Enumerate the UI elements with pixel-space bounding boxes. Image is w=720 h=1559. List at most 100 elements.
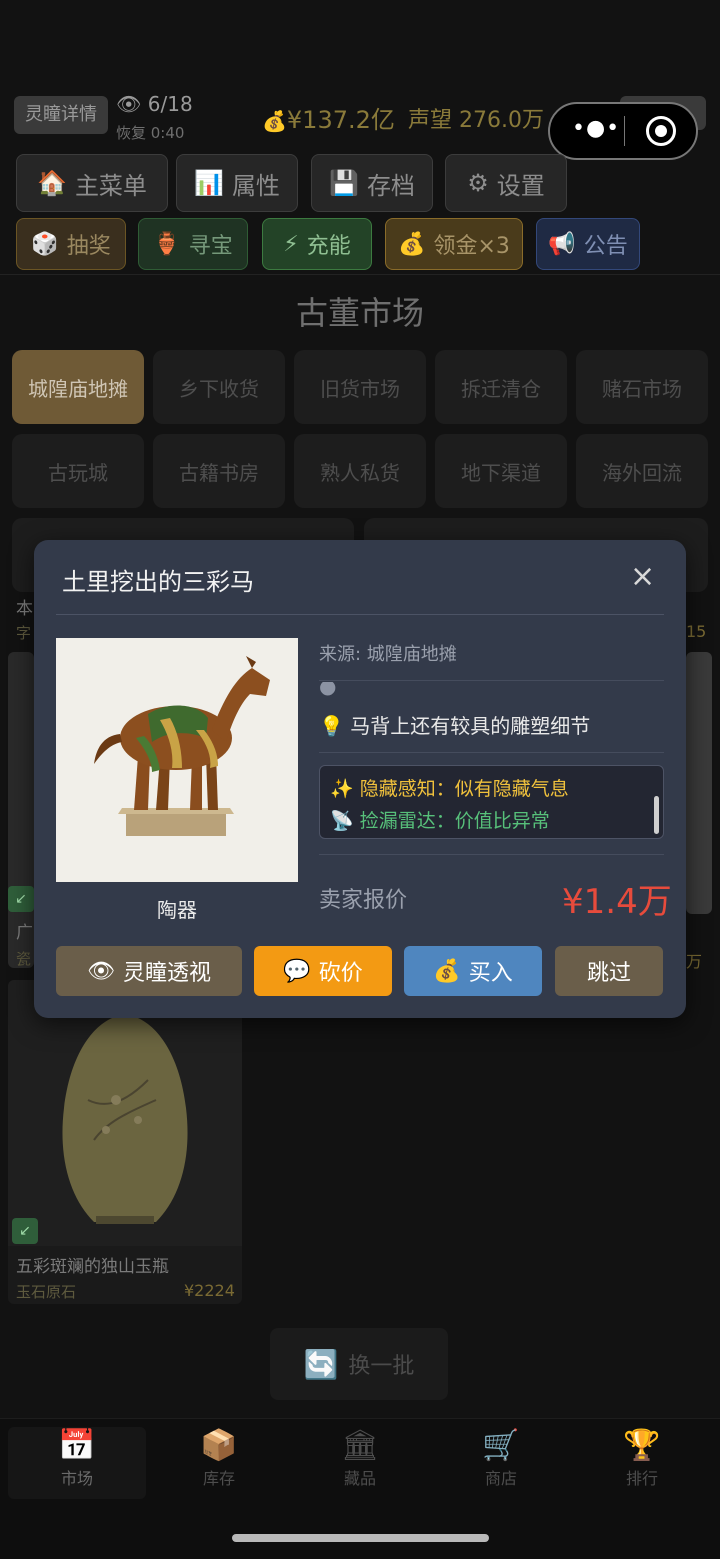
home-indicator[interactable] [232, 1534, 489, 1542]
chart-icon: 📊 [194, 169, 224, 197]
item-image [56, 638, 298, 882]
close-icon[interactable]: × [630, 562, 655, 592]
vase-price: ¥2224 [184, 1281, 235, 1300]
nav-market[interactable]: 📅 市场 [8, 1427, 146, 1499]
perk-scrollbar[interactable] [654, 796, 659, 834]
lottery-label: 抽奖 [66, 234, 111, 259]
location-tab-shuren[interactable]: 熟人私货 [294, 434, 426, 508]
fame-display: 声望 276.0万 [408, 108, 544, 133]
recover-timer: 恢复 0:40 [116, 124, 185, 142]
refresh-icon: 🔄 [303, 1347, 339, 1381]
info-divider [319, 752, 664, 753]
announcement-label: 公告 [583, 234, 628, 259]
box-icon: 📦 [200, 1428, 238, 1463]
card-peek-title: 本 [16, 599, 33, 619]
perk-list[interactable]: ✨ 隐藏感知：似有隐藏气息 📡 捡漏雷达：价值比异常 [319, 765, 664, 839]
tag-icon: ↙ [8, 886, 34, 912]
gear-icon: ⚙ [467, 169, 489, 197]
card-left-title: 广 [16, 923, 33, 943]
location-tab-jiuhuo[interactable]: 旧货市场 [294, 350, 426, 424]
main-menu-button[interactable]: 🏠 主菜单 [16, 154, 168, 212]
close-target-icon[interactable] [646, 116, 676, 146]
eye-count-value: 6/18 [147, 92, 193, 116]
treasure-hunt-label: 寻宝 [188, 234, 233, 259]
bargain-radar-perk: 📡 捡漏雷达：价值比异常 [330, 806, 550, 833]
card-right-price: 万 [686, 952, 703, 971]
money-display: 💰¥137.2亿 [262, 100, 395, 135]
trophy-icon: 🏆 [623, 1428, 661, 1463]
location-tab-dushi[interactable]: 赌石市场 [576, 350, 708, 424]
nav-ranking[interactable]: 🏆 排行 [573, 1427, 711, 1499]
modal-title: 土里挖出的三彩马 [62, 568, 254, 596]
vase-illustration [62, 1000, 188, 1224]
nav-market-label: 市场 [60, 1469, 93, 1488]
satellite-icon: 📡 [330, 810, 354, 832]
cart-icon: 🛒 [482, 1428, 520, 1463]
modal-divider [56, 614, 664, 615]
item-category: 陶器 [157, 898, 197, 922]
lottery-button[interactable]: 🎲 抽奖 [16, 218, 126, 270]
eye-icon: 👁 [87, 958, 115, 984]
location-tab-dixia[interactable]: 地下渠道 [435, 434, 567, 508]
location-tab-chaiqian[interactable]: 拆迁清仓 [435, 350, 567, 424]
eye-perspective-button[interactable]: 👁 灵瞳透视 [56, 946, 242, 996]
bargain-label: 砍价 [318, 961, 363, 986]
speech-bubble-icon: 💬 [283, 958, 311, 984]
nav-collection-label: 藏品 [343, 1469, 376, 1488]
seller-price-label: 卖家报价 [319, 888, 408, 913]
nav-collection[interactable]: 🏛 藏品 [291, 1427, 429, 1499]
item-hint: 💡 马背上还有较具的雕塑细节 [319, 710, 590, 739]
claim-gold-label: 领金×3 [433, 234, 510, 259]
attributes-label: 属性 [231, 171, 280, 200]
refresh-batch-button[interactable]: 🔄 换一批 [270, 1328, 448, 1400]
treasure-hunt-button[interactable]: 🏺 寻宝 [138, 218, 248, 270]
tag-icon: ↙ [12, 1218, 38, 1244]
save-button[interactable]: 💾 存档 [311, 154, 433, 212]
bargain-radar-text: 捡漏雷达：价值比异常 [359, 810, 550, 832]
nav-inventory-label: 库存 [202, 1469, 235, 1488]
location-tab-xiangxia[interactable]: 乡下收货 [153, 350, 285, 424]
location-tab-haiwai[interactable]: 海外回流 [576, 434, 708, 508]
bargain-button[interactable]: 💬 砍价 [254, 946, 392, 996]
hidden-sense-text: 隐藏感知：似有隐藏气息 [359, 778, 569, 800]
nav-shop[interactable]: 🛒 商店 [432, 1427, 570, 1499]
game-screen: 灵瞳详情 👁 6/18 恢复 0:40 💰¥137.2亿 声望 276.0万 •… [0, 0, 720, 1559]
tri-color-horse-illustration [94, 656, 270, 836]
vase-icon: 🏺 [153, 231, 181, 257]
location-tab-guwancheng[interactable]: 古玩城 [12, 434, 144, 508]
product-card-vase[interactable]: ↙ 五彩斑斓的独山玉瓶 玉石原石 ¥2224 [8, 980, 242, 1304]
claim-gold-button[interactable]: 💰 领金×3 [385, 218, 523, 270]
settings-button[interactable]: ⚙ 设置 [445, 154, 567, 212]
vase-image [8, 980, 242, 1246]
vase-title: 五彩斑斓的独山玉瓶 [16, 1257, 169, 1277]
megaphone-icon: 📢 [548, 231, 576, 257]
product-card-right-edge[interactable] [686, 652, 712, 914]
sparkles-icon: ✨ [330, 778, 354, 800]
money-value: ¥137.2亿 [286, 106, 395, 134]
buy-button[interactable]: 💰 买入 [404, 946, 542, 996]
eye-detail-button[interactable]: 灵瞳详情 [14, 96, 108, 134]
card-peek-category: 字 [16, 624, 32, 642]
attributes-button[interactable]: 📊 属性 [176, 154, 298, 212]
location-tab-chenghuangmiao[interactable]: 城隍庙地摊 [12, 350, 144, 424]
lightning-icon: ⚡ [283, 231, 299, 257]
card-left-category: 瓷 [16, 950, 32, 968]
scrolled-hint: ● [319, 682, 337, 696]
nav-ranking-label: 排行 [625, 1469, 658, 1488]
vase-category: 玉石原石 [16, 1283, 77, 1301]
main-menu-label: 主菜单 [74, 171, 147, 200]
hidden-sense-perk: ✨ 隐藏感知：似有隐藏气息 [330, 774, 569, 801]
card-peek-price: 15 [686, 622, 707, 641]
save-label: 存档 [366, 171, 415, 200]
nav-inventory[interactable]: 📦 库存 [150, 1427, 288, 1499]
museum-icon: 🏛 [340, 1428, 380, 1463]
charge-button[interactable]: ⚡ 充能 [262, 218, 372, 270]
more-icon[interactable]: •●• [572, 116, 620, 141]
location-tab-guji[interactable]: 古籍书房 [153, 434, 285, 508]
money-bag-icon: 💰 [262, 109, 287, 133]
announcement-button[interactable]: 📢 公告 [536, 218, 640, 270]
skip-label: 跳过 [586, 961, 631, 986]
skip-button[interactable]: 跳过 [555, 946, 663, 996]
seller-price: ¥1.4万 [562, 882, 672, 922]
save-icon: 💾 [329, 169, 359, 197]
